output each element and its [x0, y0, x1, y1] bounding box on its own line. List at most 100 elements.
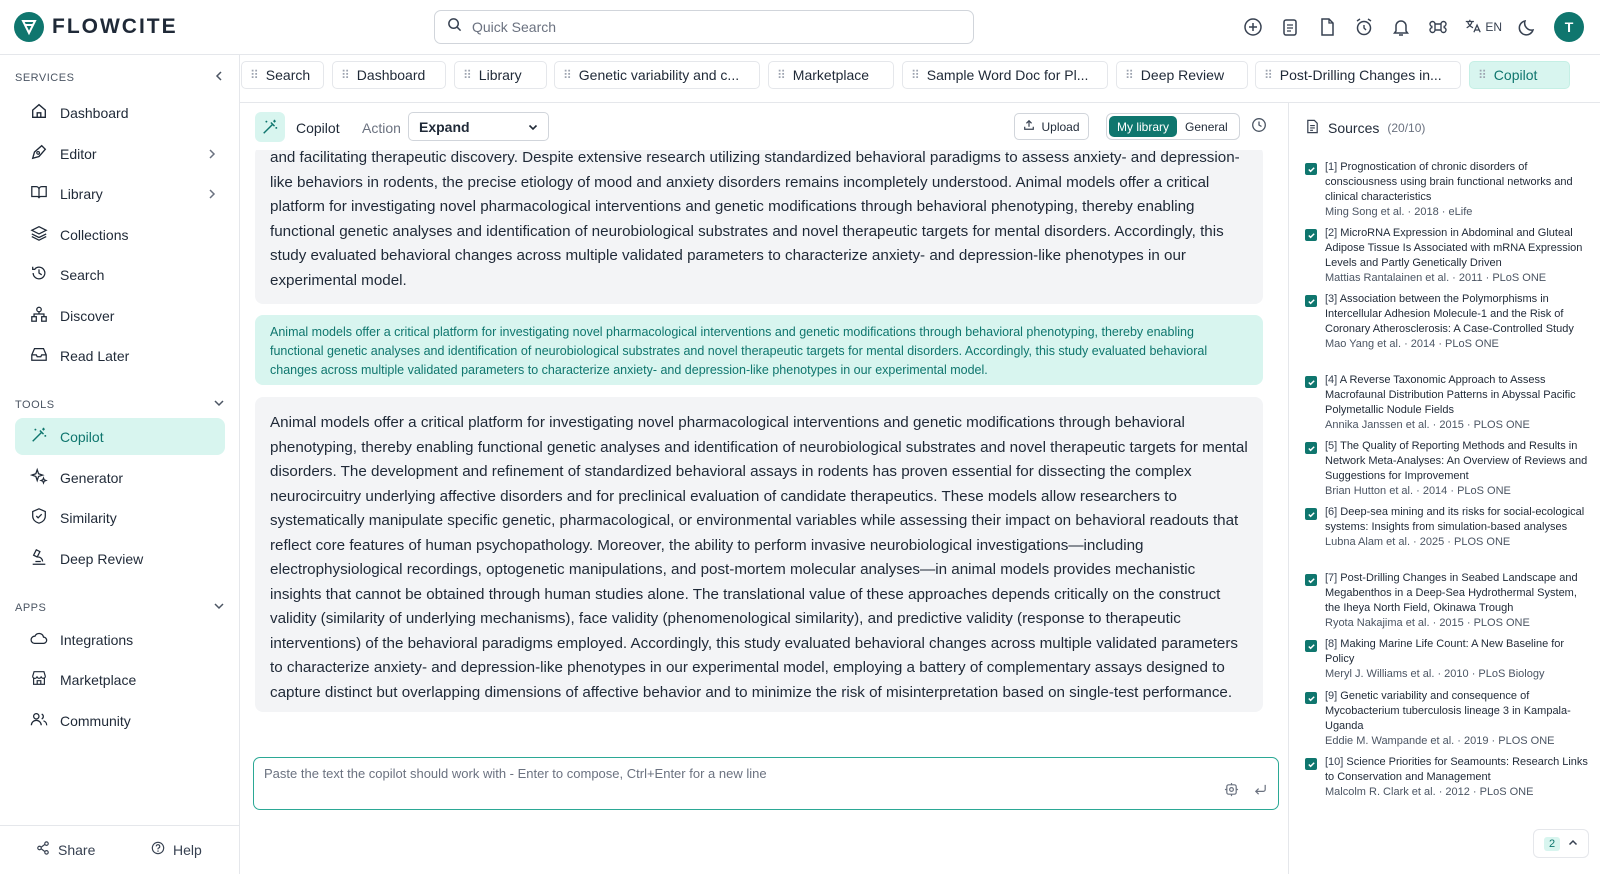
source-checkbox[interactable] [1305, 640, 1317, 652]
tab-library[interactable]: ⠿ Library [454, 61, 547, 89]
response-text: and facilitating therapeutic discovery. … [270, 150, 1240, 289]
source-checkbox[interactable] [1305, 229, 1317, 241]
drag-grip-icon[interactable]: ⠿ [463, 68, 472, 82]
drag-grip-icon[interactable]: ⠿ [341, 68, 350, 82]
alarm-clock-icon[interactable] [1353, 16, 1375, 38]
source-item[interactable]: [8] Making Marine Life Count: A New Base… [1305, 637, 1595, 682]
sources-count: (20/10) [1387, 121, 1426, 135]
tab-post-drilling-changes[interactable]: ⠿ Post-Drilling Changes in... [1255, 61, 1461, 89]
command-icon[interactable] [1427, 16, 1449, 38]
source-checkbox[interactable] [1305, 442, 1317, 454]
cloud-icon [30, 629, 48, 650]
action-select[interactable]: Expand [408, 112, 549, 141]
brand-logo[interactable]: FLOWCITE [14, 12, 178, 42]
dark-mode-moon-icon[interactable] [1517, 16, 1539, 38]
drag-grip-icon[interactable]: ⠿ [250, 68, 259, 82]
settings-chip-icon[interactable] [1224, 782, 1239, 802]
drag-grip-icon[interactable]: ⠿ [563, 68, 572, 82]
sidebar-item-collections[interactable]: Collections [15, 216, 225, 253]
sidebar-item-marketplace[interactable]: Marketplace [15, 661, 225, 698]
sidebar-item-label: Collections [60, 226, 129, 243]
source-item[interactable]: [10] Science Priorities for Seamounts: R… [1305, 755, 1595, 800]
sidebar-item-dashboard[interactable]: Dashboard [15, 94, 225, 131]
source-checkbox[interactable] [1305, 295, 1317, 307]
tools-section-header[interactable]: TOOLS [15, 397, 225, 412]
chevron-up-icon[interactable] [1568, 835, 1578, 853]
document-icon[interactable] [1316, 16, 1338, 38]
drag-grip-icon[interactable]: ⠿ [911, 68, 920, 82]
source-checkbox[interactable] [1305, 692, 1317, 704]
enter-return-icon[interactable] [1253, 782, 1268, 802]
source-item[interactable]: [4] A Reverse Taxonomic Approach to Asse… [1305, 373, 1595, 433]
tab-genetic-variability[interactable]: ⠿ Genetic variability and c... [554, 61, 760, 89]
clipboard-icon[interactable] [1279, 16, 1301, 38]
source-title: A Reverse Taxonomic Approach to Assess M… [1325, 374, 1576, 416]
history-icon [30, 264, 48, 285]
collapse-sidebar-chevron-left-icon[interactable] [213, 70, 225, 85]
drag-grip-icon[interactable]: ⠿ [1264, 68, 1273, 82]
sidebar-item-read-later[interactable]: Read Later [15, 337, 225, 374]
chevron-down-icon [213, 397, 225, 412]
tab-deep-review[interactable]: ⠿ Deep Review [1116, 61, 1248, 89]
tab-copilot[interactable]: ⠿ Copilot [1469, 61, 1570, 89]
quick-search[interactable] [434, 10, 974, 44]
drag-grip-icon[interactable]: ⠿ [777, 68, 786, 82]
action-label: Action [362, 120, 401, 136]
tab-label: Dashboard [356, 67, 426, 83]
top-bar: FLOWCITE EN T [0, 0, 1600, 55]
sidebar-item-discover[interactable]: Discover [15, 297, 225, 334]
source-number: [1] [1325, 161, 1338, 173]
tab-dashboard[interactable]: ⠿ Dashboard [332, 61, 446, 89]
tab-sample-word-doc[interactable]: ⠿ Sample Word Doc for Pl... [902, 61, 1108, 89]
chevron-down-icon [528, 119, 538, 135]
source-item[interactable]: [5] The Quality of Reporting Methods and… [1305, 439, 1595, 499]
drag-grip-icon[interactable]: ⠿ [1125, 68, 1134, 82]
source-checkbox[interactable] [1305, 574, 1317, 586]
tab-search[interactable]: ⠿ Search [241, 61, 324, 89]
document-text-icon [1305, 119, 1320, 137]
sidebar-item-search[interactable]: Search [15, 256, 225, 293]
sidebar-item-label: Editor [60, 145, 97, 162]
apps-section-header[interactable]: APPS [15, 600, 225, 615]
bell-icon[interactable] [1390, 16, 1412, 38]
source-checkbox[interactable] [1305, 376, 1317, 388]
sidebar-item-community[interactable]: Community [15, 702, 225, 739]
source-item[interactable]: [2] MicroRNA Expression in Abdominal and… [1305, 226, 1595, 286]
tab-marketplace[interactable]: ⠿ Marketplace [768, 61, 894, 89]
sidebar-item-library[interactable]: Library [15, 175, 225, 212]
source-item[interactable]: [1] Prognostication of chronic disorders… [1305, 160, 1595, 220]
source-title: Science Priorities for Seamounts: Resear… [1325, 756, 1588, 783]
sidebar-item-deep-review[interactable]: Deep Review [15, 540, 225, 577]
composer-input[interactable] [264, 766, 1164, 786]
sidebar-item-editor[interactable]: Editor [15, 135, 225, 172]
source-item[interactable]: [3] Association between the Polymorphism… [1305, 292, 1595, 352]
source-item[interactable]: [7] Post-Drilling Changes in Seabed Land… [1305, 571, 1595, 631]
help-button[interactable]: Help [151, 841, 202, 858]
source-checkbox[interactable] [1305, 163, 1317, 175]
add-circle-icon[interactable] [1242, 16, 1264, 38]
source-checkbox[interactable] [1305, 508, 1317, 520]
language-switcher[interactable]: EN [1464, 17, 1502, 38]
source-title: Making Marine Life Count: A New Baseline… [1325, 638, 1565, 665]
sidebar-item-similarity[interactable]: Similarity [15, 499, 225, 536]
source-number: [5] [1325, 440, 1338, 452]
scope-general-button[interactable]: General [1177, 116, 1236, 137]
page-indicator[interactable]: 2 [1533, 829, 1589, 858]
user-avatar[interactable]: T [1554, 12, 1584, 42]
source-checkbox[interactable] [1305, 758, 1317, 770]
copilot-conversation[interactable]: and facilitating therapeutic discovery. … [240, 150, 1288, 730]
upload-icon [1023, 119, 1035, 134]
sidebar-item-copilot[interactable]: Copilot [15, 418, 225, 455]
source-item[interactable]: [9] Genetic variability and consequence … [1305, 689, 1595, 749]
source-item[interactable]: [6] Deep-sea mining and its risks for so… [1305, 505, 1595, 550]
share-button[interactable]: Share [36, 841, 95, 858]
upload-button[interactable]: Upload [1014, 113, 1089, 140]
sidebar-item-integrations[interactable]: Integrations [15, 621, 225, 658]
quick-search-input[interactable] [472, 19, 952, 35]
scope-my-library-button[interactable]: My library [1109, 116, 1178, 137]
drag-grip-icon[interactable]: ⠿ [1478, 68, 1487, 82]
sidebar-item-label: Discover [60, 307, 115, 324]
history-clock-icon[interactable] [1251, 117, 1267, 138]
source-number: [9] [1325, 690, 1338, 702]
sidebar-item-generator[interactable]: Generator [15, 459, 225, 496]
